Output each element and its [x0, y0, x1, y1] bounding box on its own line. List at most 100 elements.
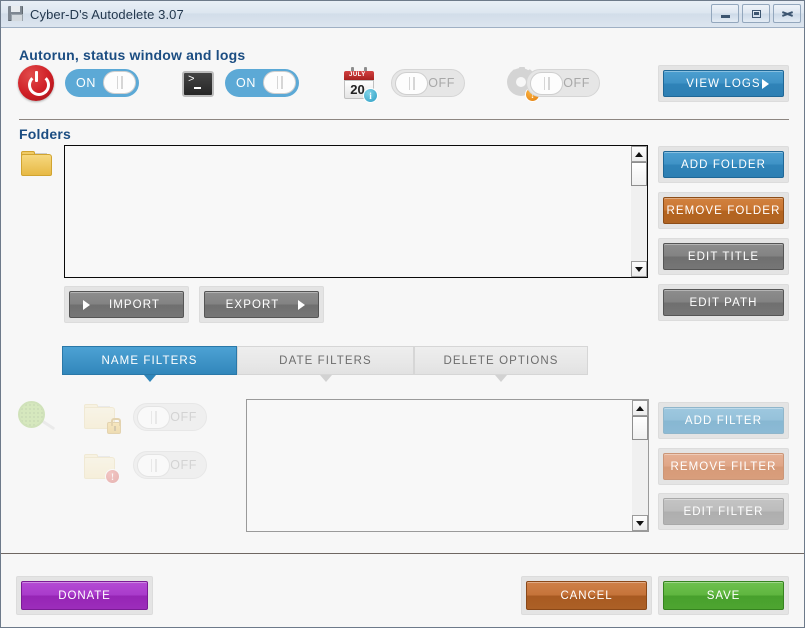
- toggle-knob: [395, 72, 428, 95]
- include-filter-toggle-label: OFF: [170, 410, 197, 424]
- edit-path-button-wrap: EDIT PATH: [658, 284, 789, 321]
- view-logs-button-wrap: VIEW LOGS: [658, 65, 789, 102]
- scroll-up-button[interactable]: [631, 146, 647, 162]
- toggle-knob: [263, 71, 296, 94]
- tab-name-filters-label: NAME FILTERS: [101, 354, 198, 367]
- window-title: Cyber-D's Autodelete 3.07: [30, 6, 184, 22]
- remove-filter-button[interactable]: REMOVE FILTER: [663, 453, 784, 480]
- edit-filter-button-wrap: EDIT FILTER: [658, 493, 789, 530]
- folder-lock-icon: [84, 401, 121, 434]
- autorun-toggle-label: ON: [76, 76, 96, 90]
- exclude-filter-toggle[interactable]: OFF: [133, 451, 207, 479]
- footer-divider: [1, 553, 804, 554]
- folders-list[interactable]: [64, 145, 648, 278]
- scroll-down-button[interactable]: [632, 515, 648, 531]
- scroll-down-button[interactable]: [631, 261, 647, 277]
- edit-title-button-wrap: EDIT TITLE: [658, 238, 789, 275]
- export-button[interactable]: EXPORT: [204, 291, 319, 318]
- view-logs-button-label: VIEW LOGS: [686, 77, 761, 90]
- folder-icon: [21, 148, 55, 178]
- tab-delete-options[interactable]: DELETE OPTIONS: [414, 346, 588, 382]
- chevron-right-icon: [762, 78, 769, 89]
- scroll-up-button[interactable]: [632, 400, 648, 416]
- info-badge: i: [363, 88, 378, 103]
- tab-delete-options-label: DELETE OPTIONS: [443, 354, 559, 367]
- edit-path-button[interactable]: EDIT PATH: [663, 289, 784, 316]
- filters-list-body[interactable]: [247, 400, 632, 531]
- edit-title-button-label: EDIT TITLE: [687, 250, 760, 263]
- export-button-label: EXPORT: [225, 298, 280, 311]
- remove-folder-button-wrap: REMOVE FOLDER: [658, 192, 789, 229]
- close-button[interactable]: [773, 4, 801, 23]
- toggle-knob: [530, 72, 563, 95]
- import-button-label: IMPORT: [108, 298, 161, 311]
- exclude-filter-toggle-label: OFF: [170, 458, 197, 472]
- chevron-down-icon: [143, 375, 156, 382]
- error-badge: !: [105, 469, 120, 484]
- logs-toggle-label: OFF: [563, 76, 590, 90]
- cancel-button[interactable]: CANCEL: [526, 581, 647, 610]
- folders-scrollbar[interactable]: [631, 146, 647, 277]
- save-button[interactable]: SAVE: [663, 581, 784, 610]
- maximize-icon: [751, 9, 761, 18]
- status-window-toggle[interactable]: ON: [225, 69, 299, 97]
- edit-filter-button-label: EDIT FILTER: [683, 505, 764, 518]
- donate-button[interactable]: DONATE: [21, 581, 148, 610]
- maximize-button[interactable]: [742, 4, 770, 23]
- chevron-down-icon: [319, 375, 332, 382]
- folder-exclamation-icon: !: [84, 451, 120, 484]
- scrollbar-thumb[interactable]: [631, 162, 647, 186]
- add-folder-button-wrap: ADD FOLDER: [658, 146, 789, 183]
- power-icon: [18, 65, 54, 101]
- console-icon: [182, 71, 214, 97]
- edit-title-button[interactable]: EDIT TITLE: [663, 243, 784, 270]
- toggle-knob: [103, 71, 136, 94]
- sieve-icon: [16, 399, 56, 437]
- schedule-toggle[interactable]: OFF: [391, 69, 465, 97]
- cancel-button-wrap: CANCEL: [521, 576, 652, 615]
- add-folder-button[interactable]: ADD FOLDER: [663, 151, 784, 178]
- minimize-button[interactable]: [711, 4, 739, 23]
- scrollbar-thumb[interactable]: [632, 416, 648, 440]
- filter-tabs: NAME FILTERS DATE FILTERS DELETE OPTIONS: [62, 346, 588, 382]
- toggle-knob: [137, 454, 170, 477]
- close-icon: [782, 9, 793, 18]
- filters-list[interactable]: [246, 399, 649, 532]
- edit-filter-button[interactable]: EDIT FILTER: [663, 498, 784, 525]
- status-window-toggle-label: ON: [236, 76, 256, 90]
- floppy-disk-icon: [8, 6, 24, 22]
- remove-folder-button[interactable]: REMOVE FOLDER: [663, 197, 784, 224]
- triangle-up-icon: [635, 151, 643, 157]
- calendar-icon: JULY 20 i: [342, 67, 378, 103]
- save-button-label: SAVE: [706, 589, 741, 602]
- donate-button-label: DONATE: [58, 589, 111, 602]
- view-logs-button[interactable]: VIEW LOGS: [663, 70, 784, 97]
- folders-divider: [19, 119, 789, 120]
- include-filter-toggle[interactable]: OFF: [133, 403, 207, 431]
- triangle-down-icon: [636, 520, 644, 526]
- window-controls: [711, 4, 801, 23]
- tab-date-filters[interactable]: DATE FILTERS: [237, 346, 414, 382]
- tab-name-filters[interactable]: NAME FILTERS: [62, 346, 237, 382]
- application-window: Cyber-D's Autodelete 3.07 Autorun, statu…: [0, 0, 805, 628]
- triangle-down-icon: [635, 266, 643, 272]
- folders-list-body[interactable]: [65, 146, 631, 277]
- toggle-knob: [137, 406, 170, 429]
- chevron-right-icon: [298, 299, 305, 310]
- triangle-up-icon: [636, 405, 644, 411]
- add-filter-button[interactable]: ADD FILTER: [663, 407, 784, 434]
- folders-section-heading: Folders: [19, 126, 71, 142]
- tab-date-filters-label: DATE FILTERS: [279, 354, 372, 367]
- edit-path-button-label: EDIT PATH: [689, 296, 758, 309]
- calendar-month-label: JULY: [349, 72, 366, 78]
- chevron-right-icon: [83, 299, 90, 310]
- logs-toggle[interactable]: OFF: [526, 69, 600, 97]
- autorun-toggle[interactable]: ON: [65, 69, 139, 97]
- import-button[interactable]: IMPORT: [69, 291, 184, 318]
- autorun-section-heading: Autorun, status window and logs: [19, 47, 246, 63]
- add-filter-button-wrap: ADD FILTER: [658, 402, 789, 439]
- filters-scrollbar[interactable]: [632, 400, 648, 531]
- donate-button-wrap: DONATE: [16, 576, 153, 615]
- title-bar: Cyber-D's Autodelete 3.07: [1, 1, 804, 28]
- add-folder-button-label: ADD FOLDER: [680, 158, 767, 171]
